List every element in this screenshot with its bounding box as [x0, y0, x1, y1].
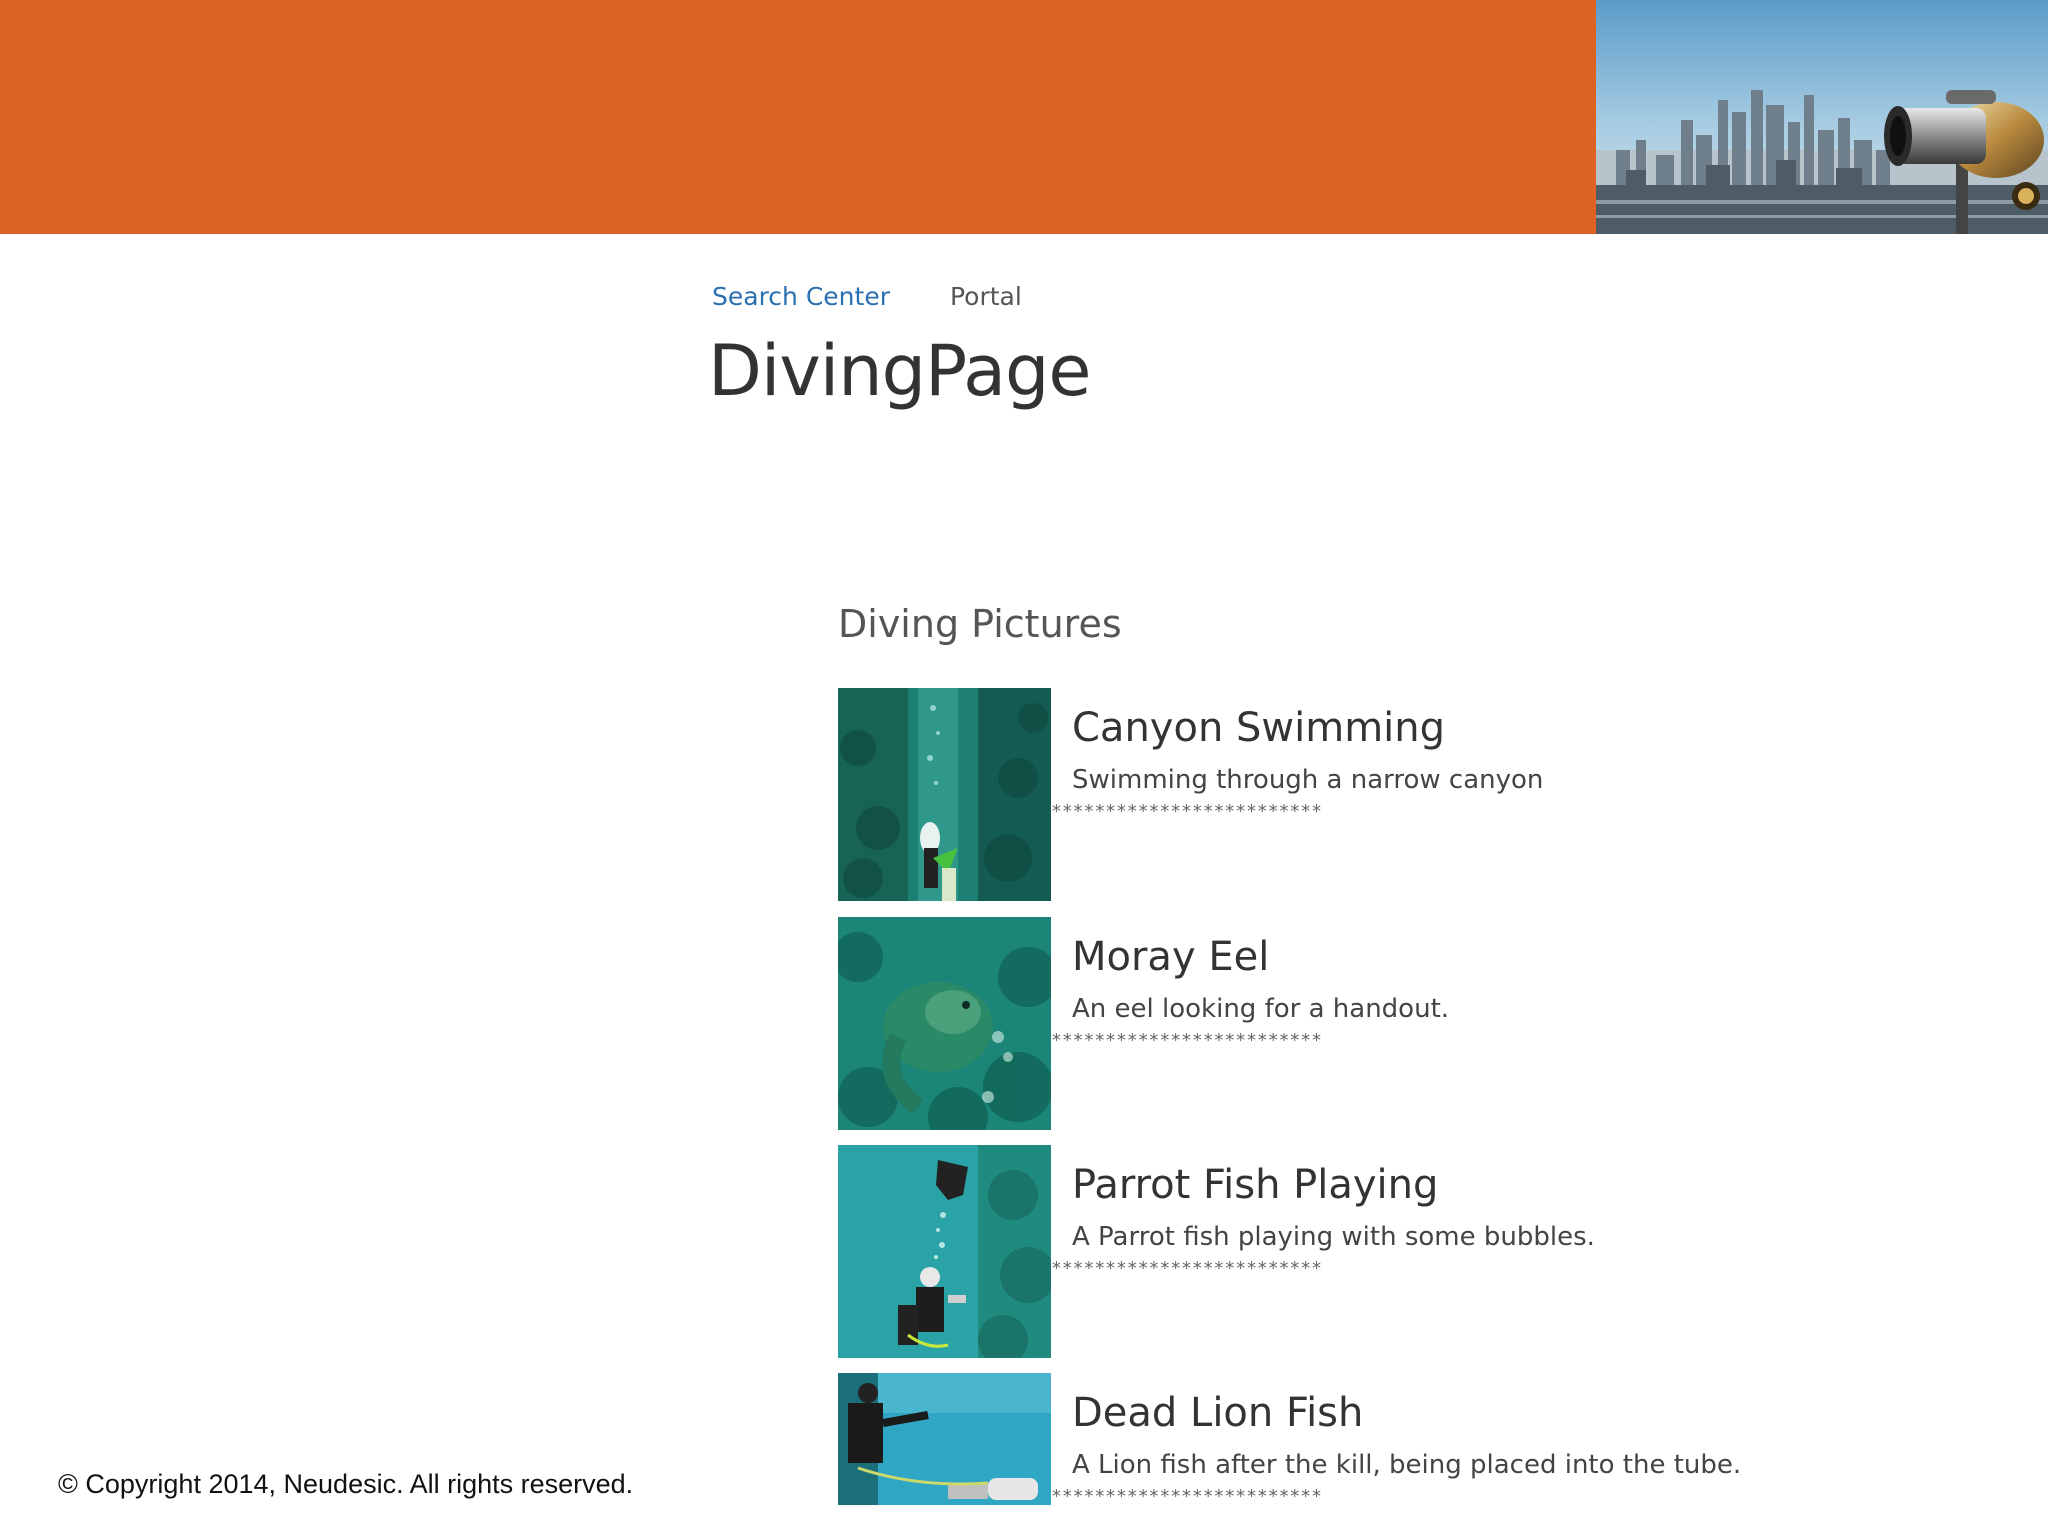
item-title[interactable]: Dead Lion Fish: [1072, 1387, 1363, 1439]
list-item: Moray Eel An eel looking for a handout. …: [838, 917, 1838, 1132]
item-description: Swimming through a narrow canyon: [1072, 765, 1544, 795]
city-telescope-image: [1596, 0, 2048, 234]
thumbnail-image[interactable]: [838, 688, 1051, 901]
thumbnail-image[interactable]: [838, 917, 1051, 1130]
thumbnail-image[interactable]: [838, 1145, 1051, 1358]
item-separator: *************************: [1051, 1258, 1322, 1279]
item-description: A Parrot fish playing with some bubbles.: [1072, 1222, 1595, 1252]
item-separator: *************************: [1051, 801, 1322, 822]
item-title[interactable]: Canyon Swimming: [1072, 702, 1445, 754]
item-description: A Lion fish after the kill, being placed…: [1072, 1450, 1742, 1480]
nav-link-search-center[interactable]: Search Center: [712, 280, 890, 314]
item-separator: *************************: [1051, 1030, 1322, 1051]
item-separator: *************************: [1051, 1486, 1322, 1507]
section-title: Diving Pictures: [838, 602, 1122, 646]
item-title[interactable]: Moray Eel: [1072, 931, 1269, 983]
header-banner: [0, 0, 1596, 234]
list-item: Dead Lion Fish A Lion fish after the kil…: [838, 1373, 1838, 1536]
list-item: Parrot Fish Playing A Parrot fish playin…: [838, 1145, 1838, 1360]
item-description: An eel looking for a handout.: [1072, 994, 1450, 1024]
copyright-notice: © Copyright 2014, Neudesic. All rights r…: [58, 1469, 634, 1499]
slide: Search Center Portal DivingPage Diving P…: [0, 0, 2048, 1536]
item-title[interactable]: Parrot Fish Playing: [1072, 1159, 1438, 1211]
list-item: Canyon Swimming Swimming through a narro…: [838, 688, 1838, 903]
thumbnail-image[interactable]: [838, 1373, 1051, 1505]
page-title: DivingPage: [708, 330, 1091, 412]
nav-link-portal[interactable]: Portal: [950, 280, 1022, 314]
